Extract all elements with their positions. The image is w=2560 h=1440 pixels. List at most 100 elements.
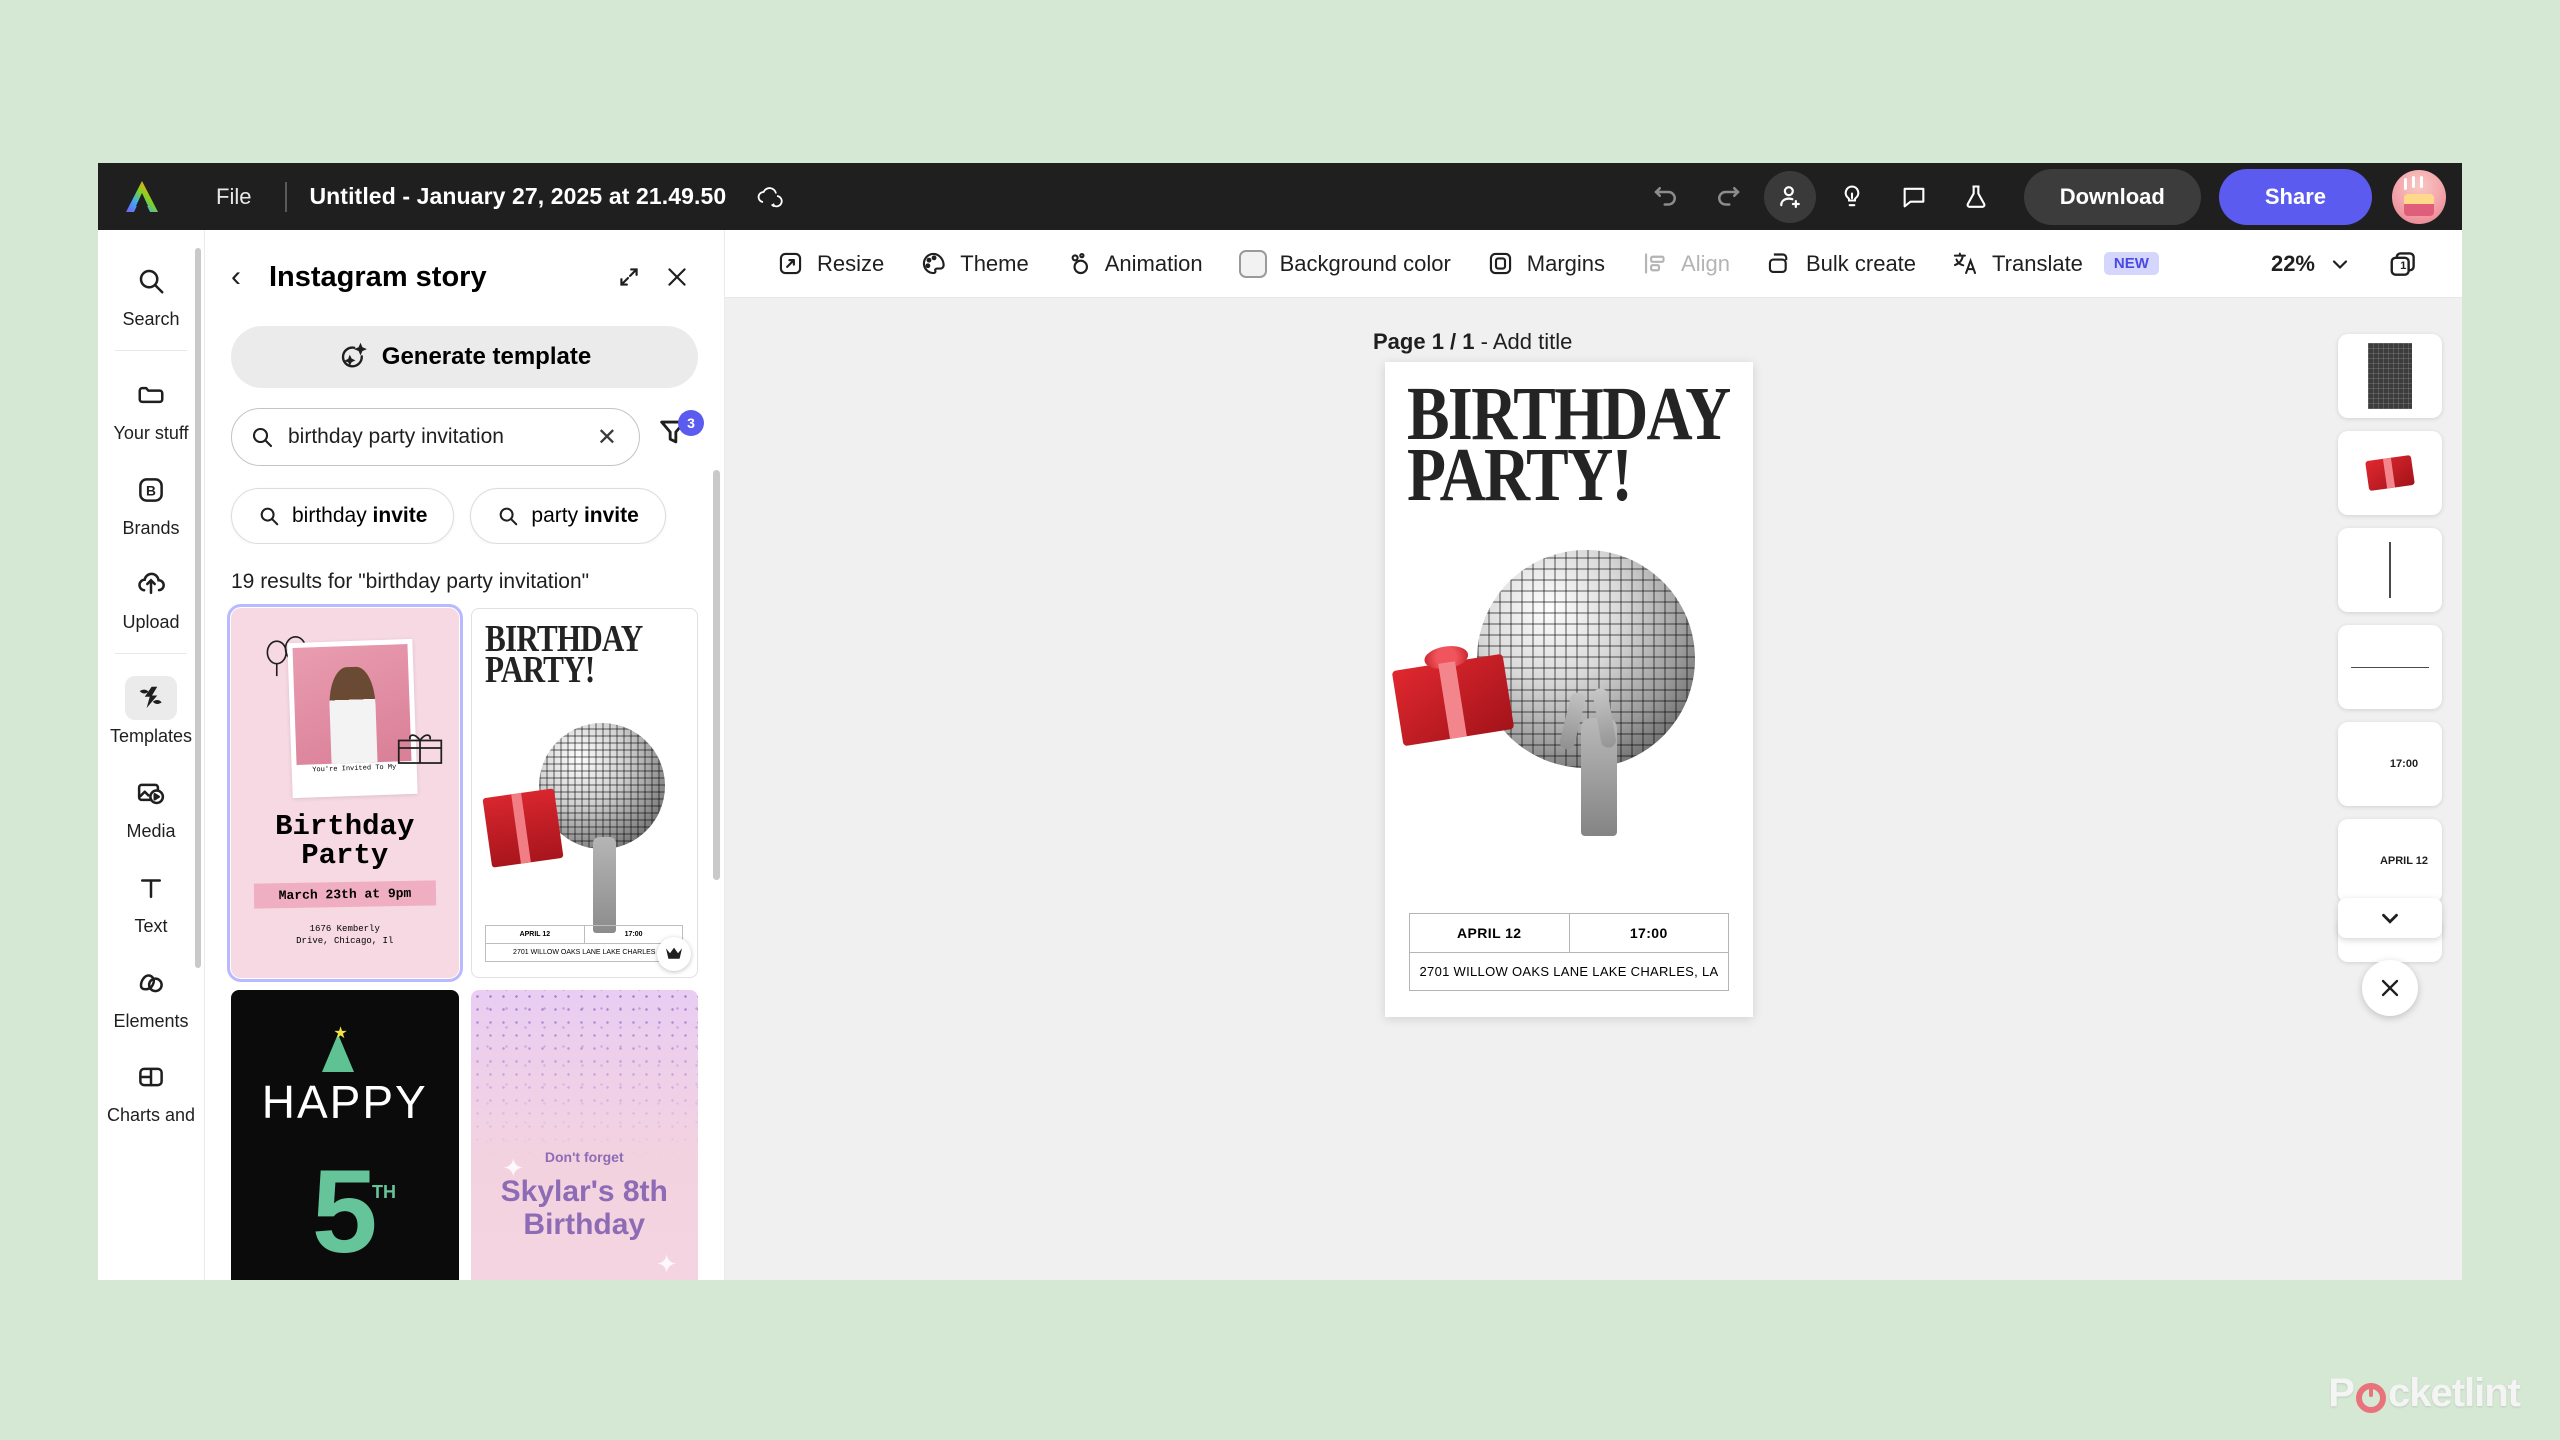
add-person-icon[interactable] bbox=[1764, 171, 1816, 223]
toolbar-align[interactable]: Align bbox=[1623, 242, 1748, 285]
expand-diagonal-icon[interactable] bbox=[608, 256, 650, 298]
file-menu-button[interactable]: File bbox=[204, 178, 263, 216]
adobe-express-logo-icon[interactable] bbox=[120, 177, 164, 217]
results-count: 19 results for "birthday party invitatio… bbox=[205, 544, 724, 594]
filter-count-badge: 3 bbox=[678, 410, 704, 436]
design-canvas[interactable]: BIRTHDAYPARTY! APRIL 12 17:00 2701 WILLO… bbox=[1385, 362, 1753, 1017]
new-badge: NEW bbox=[2104, 252, 2159, 275]
upload-cloud-icon bbox=[125, 562, 177, 606]
comment-icon[interactable] bbox=[1888, 171, 1940, 223]
template-card-skylar[interactable]: ✦ ✦ Don't forget Skylar's 8thBirthday Sa… bbox=[471, 990, 699, 1280]
pages-count-button[interactable]: 1 bbox=[2370, 241, 2436, 287]
toolbar-background-color[interactable]: Background color bbox=[1221, 242, 1469, 286]
toolbar-label: Margins bbox=[1527, 251, 1605, 277]
avatar[interactable] bbox=[2392, 170, 2446, 224]
add-title-link[interactable]: - Add title bbox=[1481, 329, 1573, 354]
rail-scrollbar[interactable] bbox=[195, 248, 201, 968]
design-time[interactable]: 17:00 bbox=[1570, 914, 1729, 952]
toolbar-margins[interactable]: Margins bbox=[1469, 242, 1623, 285]
sidebar-item-search[interactable]: Search bbox=[98, 246, 204, 341]
sidebar-item-upload[interactable]: Upload bbox=[98, 549, 204, 644]
chip-party-invite[interactable]: party invite bbox=[470, 488, 665, 544]
chip-birthday-invite[interactable]: birthday invite bbox=[231, 488, 454, 544]
toolbar-resize[interactable]: Resize bbox=[759, 242, 902, 285]
chevron-left-icon[interactable]: ‹ bbox=[231, 262, 259, 292]
layer-text: 17:00 bbox=[2390, 758, 2418, 770]
template-card-happy-5th[interactable]: ★ HAPPY 5 TH bbox=[231, 990, 459, 1280]
gift-box-image[interactable] bbox=[1392, 654, 1515, 747]
sidebar-item-charts[interactable]: Charts and bbox=[98, 1042, 204, 1137]
search-value: birthday party invitation bbox=[288, 425, 579, 449]
rail-divider bbox=[115, 653, 187, 654]
layer-date-text[interactable]: APRIL 12 bbox=[2338, 819, 2442, 903]
toolbar-animation[interactable]: Animation bbox=[1047, 242, 1221, 285]
layers-scroll-down-button[interactable] bbox=[2338, 898, 2442, 938]
canvas-area[interactable]: Page 1 / 1 - Add title BIRTHDAYPARTY! AP… bbox=[725, 298, 2462, 1280]
toolbar-bulk-create[interactable]: Bulk create bbox=[1748, 242, 1934, 285]
panel-scrollbar[interactable] bbox=[713, 470, 720, 880]
gift-box-image bbox=[483, 788, 564, 867]
translate-icon bbox=[1952, 250, 1979, 277]
page-title-label[interactable]: Page 1 / 1 - Add title bbox=[1373, 329, 1572, 355]
undo-button[interactable] bbox=[1640, 171, 1692, 223]
sparkle-icon: ✦ bbox=[656, 1249, 678, 1280]
margins-icon bbox=[1487, 250, 1514, 277]
sidebar-item-media[interactable]: Media bbox=[98, 758, 204, 853]
svg-text:B: B bbox=[146, 483, 156, 498]
hand-image[interactable] bbox=[1581, 718, 1617, 836]
watermark-text-after: cketlint bbox=[2388, 1371, 2520, 1416]
media-icon bbox=[125, 771, 177, 815]
watermark-text-before: P bbox=[2328, 1371, 2354, 1416]
flask-icon[interactable] bbox=[1950, 171, 2002, 223]
sidebar-item-templates[interactable]: Templates bbox=[98, 663, 204, 758]
search-icon bbox=[258, 505, 280, 527]
filter-button[interactable]: 3 bbox=[656, 414, 698, 460]
sidebar-label: Search bbox=[122, 310, 179, 330]
download-button[interactable]: Download bbox=[2024, 169, 2201, 225]
zoom-control[interactable]: 22% bbox=[2253, 243, 2370, 285]
layer-disco-ball-image[interactable] bbox=[2338, 334, 2442, 418]
design-address[interactable]: 2701 WILLOW OAKS LANE LAKE CHARLES, LA bbox=[1410, 953, 1728, 990]
toolbar-label: Animation bbox=[1105, 251, 1203, 277]
template-card-pink-polaroid[interactable]: You're Invited To My BirthdayParty March… bbox=[231, 608, 459, 978]
template-suffix: TH bbox=[372, 1182, 396, 1203]
close-icon[interactable] bbox=[656, 256, 698, 298]
toolbar-label: Translate bbox=[1992, 251, 2083, 277]
generate-template-button[interactable]: Generate template bbox=[231, 326, 698, 388]
template-heading: BirthdayParty bbox=[231, 812, 459, 871]
suggested-chips: birthday invite party invite bbox=[205, 466, 724, 544]
cloud-sync-icon[interactable] bbox=[752, 179, 788, 215]
template-card-disco-ball[interactable]: BIRTHDAYPARTY! APRIL 12 17:00 2701 WILLO… bbox=[471, 608, 699, 978]
document-title[interactable]: Untitled - January 27, 2025 at 21.49.50 bbox=[309, 183, 726, 210]
lightbulb-icon[interactable] bbox=[1826, 171, 1878, 223]
layers-close-button[interactable] bbox=[2362, 960, 2418, 1016]
search-icon bbox=[250, 425, 274, 449]
sidebar-item-text[interactable]: Text bbox=[98, 853, 204, 948]
app-header: File Untitled - January 27, 2025 at 21.4… bbox=[98, 163, 2462, 230]
design-title[interactable]: BIRTHDAYPARTY! bbox=[1407, 384, 1686, 506]
sidebar-label: Your stuff bbox=[113, 424, 188, 444]
sidebar-label: Templates bbox=[110, 727, 192, 747]
clear-x-icon[interactable]: ✕ bbox=[593, 423, 621, 452]
toolbar-theme[interactable]: Theme bbox=[902, 242, 1046, 285]
design-detail-table[interactable]: APRIL 12 17:00 2701 WILLOW OAKS LANE LAK… bbox=[1409, 913, 1729, 991]
template-address: 2701 WILLOW OAKS LANE LAKE CHARLES bbox=[486, 944, 682, 961]
redo-button[interactable] bbox=[1702, 171, 1754, 223]
template-detail-table: APRIL 12 17:00 2701 WILLOW OAKS LANE LAK… bbox=[485, 925, 683, 962]
sidebar-item-elements[interactable]: Elements bbox=[98, 948, 204, 1043]
design-date[interactable]: APRIL 12 bbox=[1410, 914, 1570, 952]
share-button[interactable]: Share bbox=[2219, 169, 2372, 225]
sidebar-item-your-stuff[interactable]: Your stuff bbox=[98, 360, 204, 455]
layer-horizontal-line[interactable] bbox=[2338, 625, 2442, 709]
generate-template-label: Generate template bbox=[382, 343, 591, 371]
toolbar-translate[interactable]: Translate NEW bbox=[1934, 242, 2177, 285]
layer-time-text[interactable]: 17:00 bbox=[2338, 722, 2442, 806]
header-divider bbox=[285, 182, 287, 212]
search-input[interactable]: birthday party invitation ✕ bbox=[231, 408, 640, 466]
sidebar-item-brands[interactable]: B Brands bbox=[98, 455, 204, 550]
layer-gift-box-image[interactable] bbox=[2338, 431, 2442, 515]
folder-icon bbox=[125, 373, 177, 417]
template-kicker: Don't forget bbox=[471, 1149, 699, 1165]
layer-vertical-line[interactable] bbox=[2338, 528, 2442, 612]
chip-prefix: birthday bbox=[292, 504, 373, 527]
